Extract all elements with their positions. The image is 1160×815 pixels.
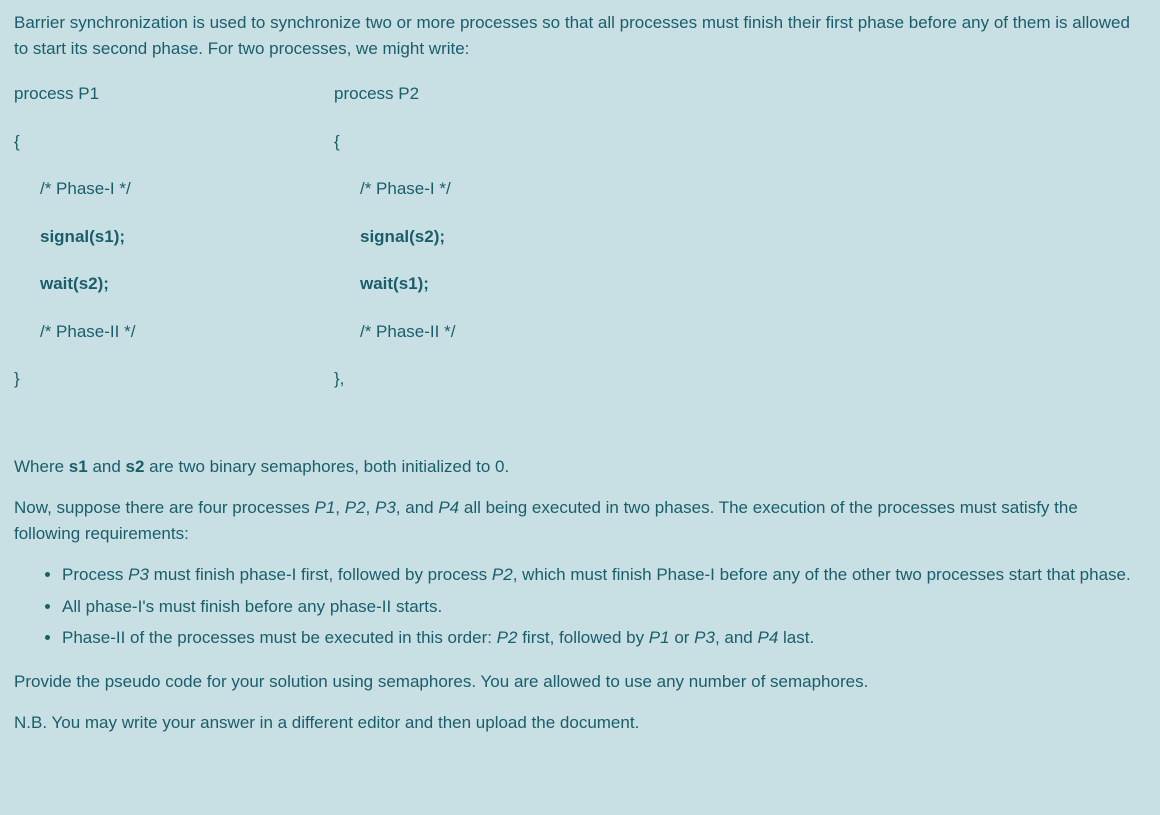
- code-example-block: process P1 { /* Phase-I */ signal(s1); w…: [14, 81, 1146, 414]
- list-item: All phase-I's must finish before any pha…: [62, 594, 1146, 620]
- process-p1: P1: [315, 498, 336, 517]
- instruction-paragraph: Provide the pseudo code for your solutio…: [14, 669, 1146, 695]
- text: , and: [715, 628, 758, 647]
- process-p4: P4: [438, 498, 459, 517]
- explanation-section: Where s1 and s2 are two binary semaphore…: [14, 454, 1146, 736]
- code-phase1-comment: /* Phase-I */: [14, 176, 334, 202]
- code-phase1-comment: /* Phase-I */: [334, 176, 654, 202]
- note-paragraph: N.B. You may write your answer in a diff…: [14, 710, 1146, 736]
- process-p3: P3: [375, 498, 396, 517]
- code-wait: wait(s1);: [334, 271, 654, 297]
- text: Where: [14, 457, 69, 476]
- process-p2: P2: [345, 498, 366, 517]
- code-header: process P1: [14, 81, 334, 107]
- code-header: process P2: [334, 81, 654, 107]
- process-p1-column: process P1 { /* Phase-I */ signal(s1); w…: [14, 81, 334, 414]
- text: ,: [366, 498, 375, 517]
- process-p3: P3: [128, 565, 149, 584]
- code-phase2-comment: /* Phase-II */: [334, 319, 654, 345]
- text: first, followed by: [517, 628, 648, 647]
- code-close-brace: },: [334, 366, 654, 392]
- semaphore-s2: s2: [126, 457, 145, 476]
- text: are two binary semaphores, both initiali…: [144, 457, 509, 476]
- semaphore-s1: s1: [69, 457, 88, 476]
- process-p2: P2: [497, 628, 518, 647]
- process-p3: P3: [694, 628, 715, 647]
- code-phase2-comment: /* Phase-II */: [14, 319, 334, 345]
- code-open-brace: {: [334, 129, 654, 155]
- list-item: Phase-II of the processes must be execut…: [62, 625, 1146, 651]
- text: , and: [396, 498, 439, 517]
- process-p4: P4: [758, 628, 779, 647]
- text: Now, suppose there are four processes: [14, 498, 315, 517]
- code-signal: signal(s1);: [14, 224, 334, 250]
- text: Phase-II of the processes must be execut…: [62, 628, 497, 647]
- now-paragraph: Now, suppose there are four processes P1…: [14, 495, 1146, 546]
- text: and: [88, 457, 126, 476]
- text: , which must finish Phase-I before any o…: [513, 565, 1131, 584]
- process-p2-column: process P2 { /* Phase-I */ signal(s2); w…: [334, 81, 654, 414]
- process-p2: P2: [492, 565, 513, 584]
- text: Process: [62, 565, 128, 584]
- where-paragraph: Where s1 and s2 are two binary semaphore…: [14, 454, 1146, 480]
- text: must finish phase-I first, followed by p…: [149, 565, 492, 584]
- code-open-brace: {: [14, 129, 334, 155]
- code-close-brace: }: [14, 366, 334, 392]
- requirements-list: Process P3 must finish phase-I first, fo…: [14, 562, 1146, 651]
- text: or: [670, 628, 695, 647]
- intro-paragraph: Barrier synchronization is used to synch…: [14, 10, 1146, 61]
- text: last.: [778, 628, 814, 647]
- code-wait: wait(s2);: [14, 271, 334, 297]
- process-p1: P1: [649, 628, 670, 647]
- text: ,: [335, 498, 344, 517]
- code-signal: signal(s2);: [334, 224, 654, 250]
- list-item: Process P3 must finish phase-I first, fo…: [62, 562, 1146, 588]
